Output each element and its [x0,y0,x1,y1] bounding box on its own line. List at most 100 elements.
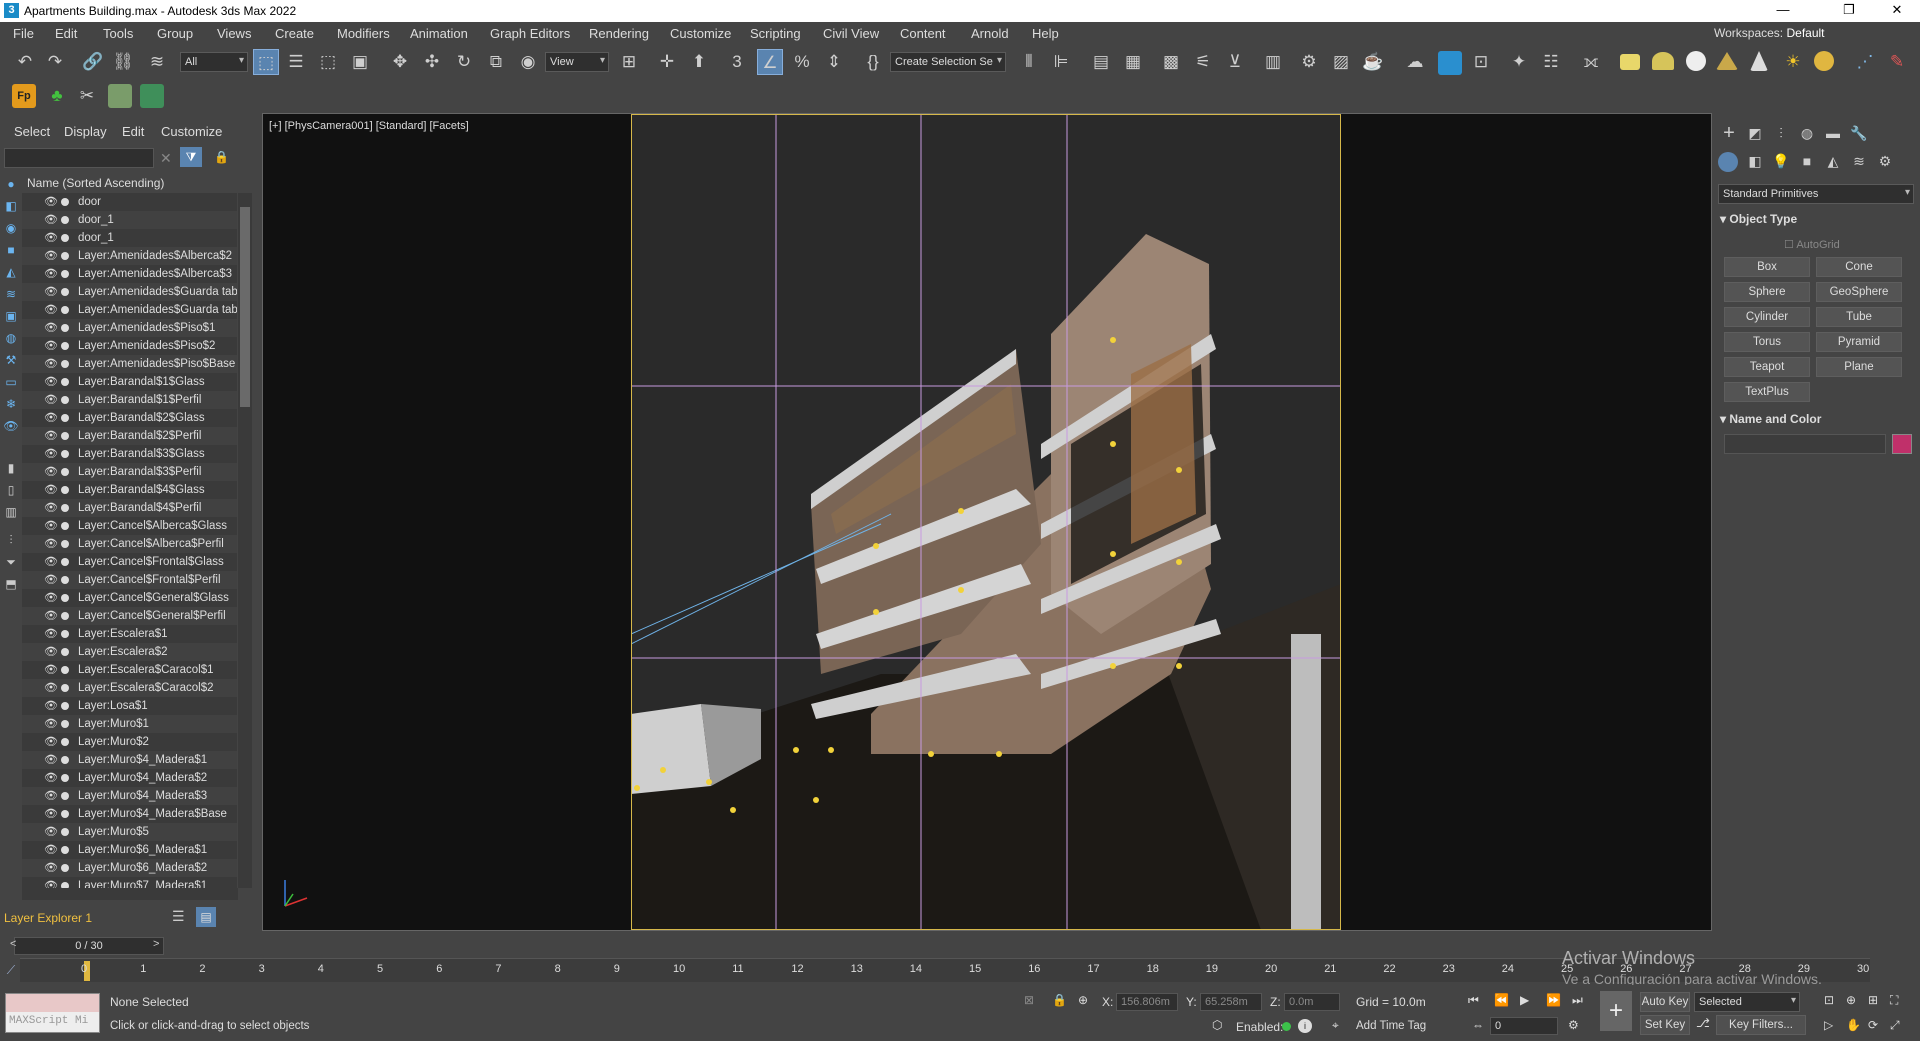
visibility-eye-icon[interactable]: 👁 [44,553,58,571]
visibility-eye-icon[interactable]: 👁 [44,499,58,517]
redo-icon[interactable]: ↷ [42,49,68,75]
visibility-eye-icon[interactable]: 👁 [44,301,58,319]
explorer-toggle-icon[interactable]: ▤ [196,907,216,927]
selection-filter-dropdown[interactable]: All [180,52,248,72]
list-item[interactable]: 👁 Layer:Barandal$2$Glass [22,409,237,427]
freeze-dot-icon[interactable] [61,450,69,458]
menu-graph-editors[interactable]: Graph Editors [490,26,570,41]
list-item[interactable]: 👁 Layer:Cancel$Alberca$Perfil [22,535,237,553]
freeze-dot-icon[interactable] [61,558,69,566]
arnold-light-icon[interactable]: ✦ [1506,49,1532,75]
zoom-all-icon[interactable]: ⊞ [1868,993,1878,1007]
plane-button[interactable]: Plane [1816,357,1902,377]
visibility-eye-icon[interactable]: 👁 [44,643,58,661]
visibility-eye-icon[interactable]: 👁 [44,355,58,373]
close-button[interactable]: ✕ [1874,0,1920,22]
list-item[interactable]: 👁 Layer:Muro$7_Madera$1 [22,877,237,888]
y-coordinate-field[interactable]: 65.258m [1200,993,1262,1011]
key-filter-icon[interactable]: ⎇ [1696,1016,1710,1030]
percent-snap-icon[interactable]: % [789,49,815,75]
visibility-eye-icon[interactable]: 👁 [44,571,58,589]
freeze-dot-icon[interactable] [61,324,69,332]
menu-edit[interactable]: Edit [55,26,77,41]
freeze-dot-icon[interactable] [61,378,69,386]
render-setup-icon[interactable]: ▥ [1260,49,1286,75]
spacewarps-category-icon[interactable]: ≋ [1848,150,1870,172]
list-item[interactable]: 👁 Layer:Amenidades$Piso$2 [22,337,237,355]
freeze-dot-icon[interactable] [61,342,69,350]
modify-tab-icon[interactable]: ◩ [1744,122,1766,144]
textplus-button[interactable]: TextPlus [1724,382,1810,402]
spot-light-icon[interactable] [1750,51,1768,71]
list-item[interactable]: 👁 Layer:Amenidades$Guarda tablas [22,301,237,319]
manipulate-icon[interactable]: ✛ [654,49,680,75]
key-set-dropdown[interactable]: Selected [1694,992,1800,1012]
skydome-light-icon[interactable] [1652,52,1674,70]
list-item[interactable]: 👁 Layer:Escalera$Caracol$2 [22,679,237,697]
freeze-dot-icon[interactable] [61,198,69,206]
mirror-icon[interactable]: ⫴ [1016,49,1042,75]
orbit-icon[interactable]: ⟳ [1868,1018,1878,1032]
tab-edit[interactable]: Edit [122,124,144,139]
toggle-ribbon-icon[interactable]: ▦ [1120,49,1146,75]
freeze-dot-icon[interactable] [61,540,69,548]
list-item[interactable]: 👁 Layer:Cancel$General$Glass [22,589,237,607]
layer-explorer-icon[interactable]: ▤ [1088,49,1114,75]
visibility-eye-icon[interactable]: 👁 [44,409,58,427]
groups-filter-icon[interactable]: ▣ [3,308,19,324]
freeze-dot-icon[interactable] [61,648,69,656]
scene-list-scrollbar[interactable] [238,193,252,888]
tab-display[interactable]: Display [64,124,107,139]
display-tab-icon[interactable]: ▬ [1822,122,1844,144]
pan-icon[interactable]: ✋ [1846,1018,1861,1032]
previous-frame-icon[interactable]: ⏪ [1494,993,1509,1007]
menu-arnold[interactable]: Arnold [971,26,1009,41]
curve-editor-toggle-icon[interactable]: ⟋ [0,958,22,982]
link-icon[interactable]: 🔗 [80,49,106,75]
visibility-eye-icon[interactable]: 👁 [44,283,58,301]
frozen-filter-icon[interactable]: ❄ [3,396,19,412]
list-item[interactable]: 👁 Layer:Amenidades$Alberca$2 [22,247,237,265]
object-color-swatch[interactable] [1892,434,1912,454]
list-item[interactable]: 👁 Layer:Muro$6_Madera$1 [22,841,237,859]
visibility-eye-icon[interactable]: 👁 [44,247,58,265]
zoom-extents-icon[interactable]: ⊡ [1824,993,1834,1007]
motion-tab-icon[interactable]: ◍ [1796,122,1818,144]
reference-coordinate-dropdown[interactable]: View [545,52,609,72]
freeze-dot-icon[interactable] [61,270,69,278]
isolate-icon[interactable]: ⊠ [1024,993,1034,1007]
minimize-button[interactable]: — [1760,0,1806,22]
cone-button[interactable]: Cone [1816,257,1902,277]
bind-space-warp-icon[interactable]: ≋ [144,49,170,75]
current-frame-field[interactable]: 0 [1490,1017,1558,1035]
area-light-icon[interactable] [1620,54,1640,70]
align-icon[interactable]: ⊫ [1048,49,1074,75]
visibility-eye-icon[interactable]: 👁 [44,391,58,409]
placement-icon[interactable]: ◉ [515,49,541,75]
shapes-filter-icon[interactable]: ◧ [3,198,19,214]
visibility-eye-icon[interactable]: 👁 [44,517,58,535]
x-coordinate-field[interactable]: 156.806m [1116,993,1178,1011]
pyramid-button[interactable]: Pyramid [1816,332,1902,352]
visibility-eye-icon[interactable]: 👁 [44,859,58,877]
menu-customize[interactable]: Customize [670,26,731,41]
absolute-mode-icon[interactable]: ⊕ [1078,993,1088,1007]
helpers-filter-icon[interactable]: ◭ [3,264,19,280]
menu-rendering[interactable]: Rendering [589,26,649,41]
freeze-dot-icon[interactable] [61,684,69,692]
freeze-dot-icon[interactable] [61,810,69,818]
visibility-eye-icon[interactable]: 👁 [44,661,58,679]
visibility-eye-icon[interactable]: 👁 [44,265,58,283]
cameras-category-icon[interactable]: ■ [1796,150,1818,172]
freeze-dot-icon[interactable] [61,252,69,260]
next-frame-icon[interactable]: > [153,938,159,950]
library-icon[interactable] [108,84,132,108]
visibility-eye-icon[interactable]: 👁 [44,535,58,553]
prev-frame-icon[interactable]: < [10,938,16,950]
time-slider[interactable]: 0 / 30 [14,937,164,955]
visibility-eye-icon[interactable]: 👁 [44,319,58,337]
list-item[interactable]: 👁 Layer:Barandal$2$Perfil [22,427,237,445]
tab-select[interactable]: Select [14,124,50,139]
freeze-dot-icon[interactable] [61,594,69,602]
helpers-category-icon[interactable]: ◭ [1822,150,1844,172]
